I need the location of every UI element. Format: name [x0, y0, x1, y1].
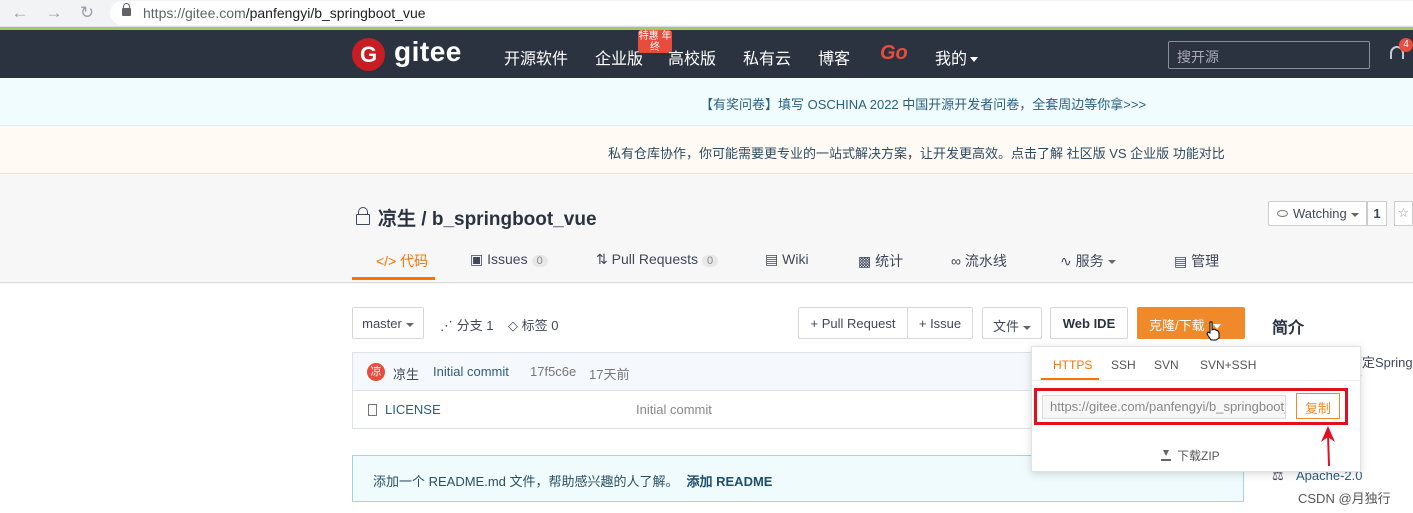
- star-icon[interactable]: ☆: [1394, 201, 1413, 226]
- survey-banner: 【有奖问卷】填写 OSCHINA 2022 中国开源开发者问卷，全套周边等你拿>…: [0, 78, 1413, 126]
- eye-icon: [1277, 210, 1288, 217]
- tab-svn[interactable]: SVN: [1154, 358, 1179, 372]
- file-commit-message[interactable]: Initial commit: [636, 402, 712, 417]
- tab-services[interactable]: ∿ 服务: [1060, 251, 1116, 271]
- watch-button[interactable]: Watching: [1268, 201, 1367, 226]
- annotation-arrow-icon: [1321, 426, 1335, 467]
- address-bar[interactable]: https://gitee.com/panfengyi/b_springboot…: [110, 1, 1413, 25]
- issues-icon: ▣: [470, 251, 484, 267]
- repo-header: 凉生 / b_springboot_vue Watching 1 ☆ </> 代…: [0, 175, 1413, 283]
- new-pull-request-button[interactable]: + Pull Request: [798, 307, 908, 339]
- tab-ssh[interactable]: SSH: [1111, 358, 1136, 372]
- code-icon: </>: [376, 253, 397, 269]
- intro-heading: 简介: [1272, 320, 1305, 337]
- stats-icon: ▩: [858, 253, 872, 269]
- back-arrow-icon[interactable]: ←: [9, 3, 31, 23]
- reload-icon[interactable]: ↻: [76, 3, 98, 23]
- tab-stats[interactable]: ▩ 统计: [858, 251, 903, 271]
- commit-message[interactable]: Initial commit: [433, 364, 509, 379]
- chevron-down-icon: [1023, 325, 1031, 330]
- branch-select[interactable]: master: [352, 307, 424, 339]
- readme-text: 添加一个 README.md 文件，帮助感兴趣的人了解。 添加 README: [373, 474, 773, 489]
- tab-wiki[interactable]: ▤ Wiki: [765, 251, 809, 268]
- gitee-logo-icon[interactable]: G: [352, 38, 385, 71]
- pipeline-icon: ∞: [951, 253, 961, 269]
- web-ide-button[interactable]: Web IDE: [1050, 307, 1128, 339]
- nav-mine[interactable]: 我的: [935, 45, 979, 69]
- commit-author[interactable]: 凉生: [393, 364, 419, 383]
- repo-title[interactable]: 凉生 / b_springboot_vue: [378, 204, 597, 231]
- top-navbar: G gitee 开源软件 企业版 特惠 年终 高校版 私有云 博客 Go 我的 …: [0, 30, 1413, 78]
- nav-private-cloud[interactable]: 私有云: [743, 45, 791, 69]
- browser-toolbar: ← → ↻ https://gitee.com/panfengyi/b_spri…: [0, 0, 1413, 27]
- download-icon: [1161, 450, 1171, 461]
- commit-hash[interactable]: 17f5c6e: [530, 364, 576, 379]
- tab-code[interactable]: </> 代码: [376, 251, 428, 271]
- file-name[interactable]: LICENSE: [385, 402, 441, 417]
- private-lock-icon: [356, 207, 370, 225]
- nav-open-source[interactable]: 开源软件: [504, 45, 568, 69]
- tags-link[interactable]: ◇ 标签 0: [508, 315, 558, 334]
- annotation-highlight-box: [1034, 388, 1348, 425]
- enterprise-banner: 私有仓库协作，你可能需要更专业的一站式解决方案，让开发更高效。点击了解 社区版 …: [0, 127, 1413, 174]
- chevron-down-icon: [405, 322, 414, 327]
- divider: [1032, 380, 1362, 381]
- chevron-down-icon: [1107, 260, 1116, 265]
- nav-education[interactable]: 高校版: [668, 45, 716, 69]
- wiki-icon: ▤: [765, 251, 779, 267]
- nav-go[interactable]: Go: [880, 42, 908, 65]
- tab-issues[interactable]: ▣ Issues 0: [470, 251, 548, 268]
- new-issue-button[interactable]: + Issue: [907, 307, 973, 339]
- download-zip-link[interactable]: 下载ZIP: [1161, 447, 1220, 464]
- url-text: https://gitee.com/panfengyi/b_springboot…: [143, 5, 426, 21]
- clone-download-button[interactable]: 克隆/下载: [1137, 307, 1245, 339]
- active-tab-indicator: [352, 277, 435, 280]
- file-menu-button[interactable]: 文件: [982, 307, 1042, 339]
- avatar[interactable]: 凉: [367, 363, 385, 381]
- nav-enterprise[interactable]: 企业版: [595, 45, 643, 69]
- clone-dropdown: HTTPS SSH SVN SVN+SSH https://gitee.com/…: [1031, 346, 1362, 472]
- pulse-icon: ∿: [1060, 253, 1072, 269]
- year-end-badge: 特惠 年终: [638, 30, 672, 53]
- tag-icon: ◇: [508, 318, 518, 333]
- add-readme-link[interactable]: 添加 README: [687, 474, 773, 489]
- nav-blog[interactable]: 博客: [818, 45, 850, 69]
- gitee-logo-text[interactable]: gitee: [394, 36, 462, 68]
- tab-pull-requests[interactable]: ⇅ Pull Requests 0: [596, 251, 719, 268]
- forward-arrow-icon[interactable]: →: [43, 3, 65, 23]
- tab-manage[interactable]: ▤ 管理: [1174, 251, 1219, 271]
- tab-https[interactable]: HTTPS: [1053, 358, 1092, 372]
- watch-count[interactable]: 1: [1367, 201, 1387, 226]
- chevron-down-icon: [1350, 212, 1359, 217]
- manage-icon: ▤: [1174, 253, 1188, 269]
- search-input[interactable]: 搜开源: [1168, 41, 1370, 69]
- table-row[interactable]: LICENSE Initial commit: [352, 390, 1032, 429]
- survey-link[interactable]: 【有奖问卷】填写 OSCHINA 2022 中国开源开发者问卷，全套周边等你拿>…: [700, 94, 1146, 113]
- lock-icon: [122, 3, 131, 16]
- enterprise-link[interactable]: 私有仓库协作，你可能需要更专业的一站式解决方案，让开发更高效。点击了解 社区版 …: [608, 143, 1225, 162]
- watermark: CSDN @月独行: [1298, 491, 1391, 506]
- branch-icon: ⋰: [440, 318, 453, 333]
- pull-request-icon: ⇅: [596, 251, 608, 267]
- chevron-down-icon: [970, 57, 979, 63]
- branches-link[interactable]: ⋰ 分支 1: [440, 315, 493, 334]
- tab-pipeline[interactable]: ∞ 流水线: [951, 251, 1007, 271]
- notification-badge: 4: [1399, 38, 1413, 52]
- hand-cursor-icon: [1206, 321, 1220, 341]
- latest-commit-row: 凉 凉生 Initial commit 17f5c6e 17天前: [352, 352, 1032, 390]
- file-icon: [368, 404, 377, 416]
- commit-time: 17天前: [589, 367, 630, 382]
- tab-svn-ssh[interactable]: SVN+SSH: [1200, 358, 1256, 372]
